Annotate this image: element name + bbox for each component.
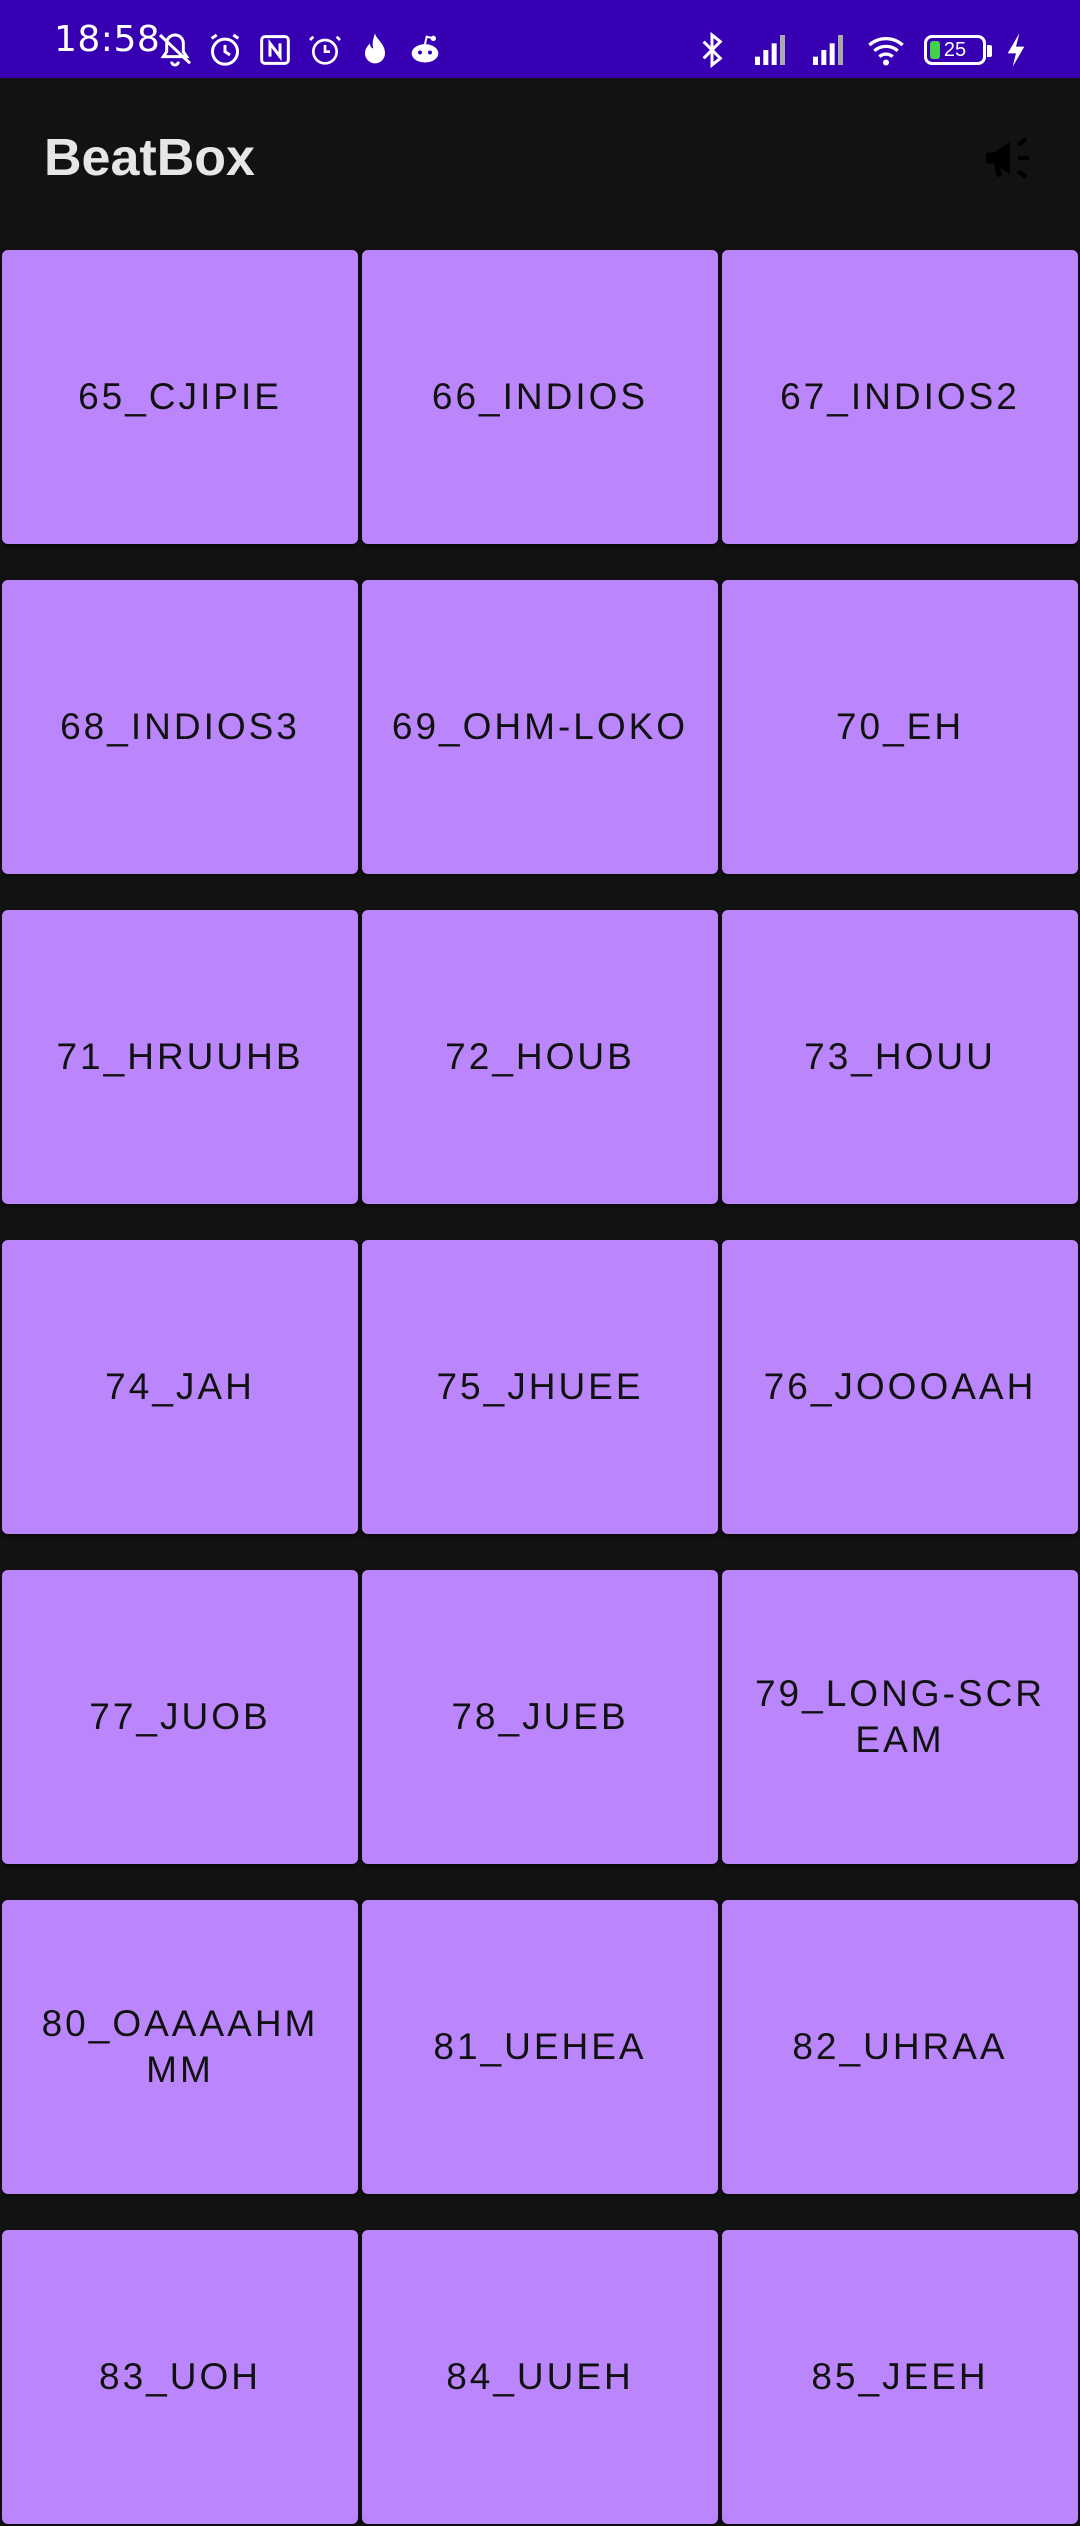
sound-button[interactable]: 72_HOUB	[362, 910, 718, 1204]
sound-button[interactable]: 70_EH	[722, 580, 1078, 874]
sound-button[interactable]: 67_INDIOS2	[722, 250, 1078, 544]
sound-button[interactable]: 75_JHUEE	[362, 1240, 718, 1534]
sound-button[interactable]: 80_OAAAAHMMM	[2, 1900, 358, 2194]
sound-button[interactable]: 81_UEHEA	[362, 1900, 718, 2194]
sound-button[interactable]: 85_JEEH	[722, 2230, 1078, 2524]
nfc-icon	[255, 30, 295, 70]
flame-icon	[355, 30, 395, 70]
sound-button[interactable]: 68_INDIOS3	[2, 580, 358, 874]
sound-button[interactable]: 66_INDIOS	[362, 250, 718, 544]
battery-icon: 25	[924, 35, 992, 65]
sound-button[interactable]: 76_JOOOAAH	[722, 1240, 1078, 1534]
app-title: BeatBox	[44, 129, 255, 187]
sound-button[interactable]: 84_UUEH	[362, 2230, 718, 2524]
sound-button[interactable]: 83_UOH	[2, 2230, 358, 2524]
mute-icon	[155, 30, 195, 70]
sound-grid: 65_CJIPIE 66_INDIOS 67_INDIOS2 68_INDIOS3 69…	[0, 248, 1080, 2526]
alarm-clock-icon	[205, 30, 245, 70]
sound-button[interactable]: 78_JUEB	[362, 1570, 718, 1864]
sound-button[interactable]: 69_OHM-LOKO	[362, 580, 718, 874]
sound-button[interactable]: 74_JAH	[2, 1240, 358, 1534]
charging-icon	[1004, 30, 1028, 70]
signal-icon	[750, 30, 790, 70]
signal-icon	[808, 30, 848, 70]
sound-button[interactable]: 82_UHRAA	[722, 1900, 1078, 2194]
sound-button[interactable]: 71_HRUUHB	[2, 910, 358, 1204]
wifi-icon	[866, 30, 906, 70]
alarm-icon	[305, 30, 345, 70]
sound-button[interactable]: 65_CJIPIE	[2, 250, 358, 544]
app-bar: BeatBox	[0, 78, 1080, 246]
notification-icons	[155, 30, 445, 70]
system-icons: 25	[692, 28, 1028, 72]
megaphone-icon[interactable]	[978, 126, 1042, 190]
bluetooth-icon	[692, 30, 732, 70]
battery-level: 25	[943, 38, 967, 61]
status-bar: 18:58 25	[0, 0, 1080, 78]
status-time: 18:58	[54, 19, 161, 60]
sound-button[interactable]: 73_HOUU	[722, 910, 1078, 1204]
reddit-icon	[405, 30, 445, 70]
sound-button[interactable]: 79_LONG-SCREAM	[722, 1570, 1078, 1864]
sound-button[interactable]: 77_JUOB	[2, 1570, 358, 1864]
